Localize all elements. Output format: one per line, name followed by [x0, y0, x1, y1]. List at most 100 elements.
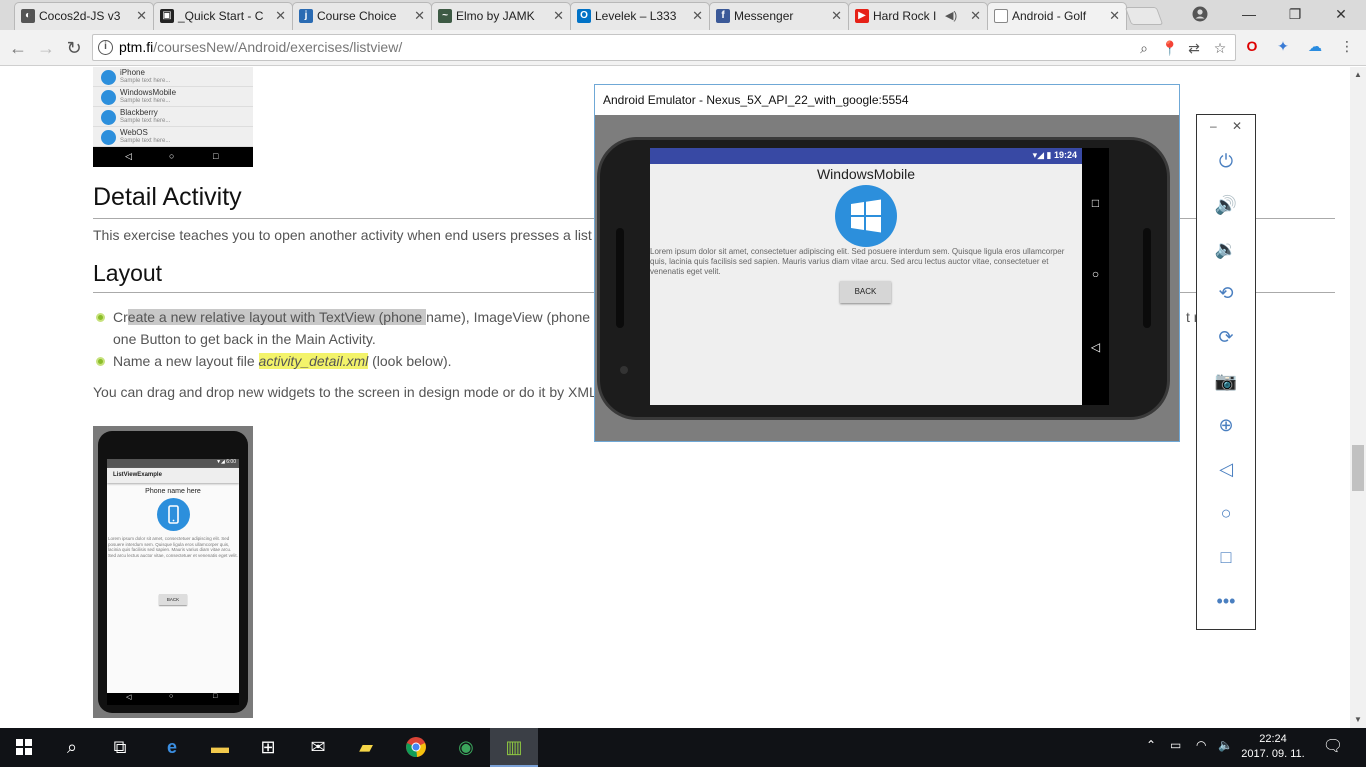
outlook-icon: O	[577, 9, 591, 23]
close-icon[interactable]: ✕	[1232, 119, 1242, 133]
speaker-icon[interactable]: ◀)	[945, 3, 957, 29]
scroll-down-icon[interactable]: ▼	[1354, 715, 1362, 724]
notification-icon[interactable]: 🗨	[1322, 736, 1344, 758]
windows-start-icon[interactable]	[0, 728, 48, 767]
minimize-button[interactable]: —	[1226, 0, 1272, 30]
browser-toolbar: ← → ↻ i ptm.fi/coursesNew/Android/exerci…	[0, 30, 1366, 66]
close-icon[interactable]: ✕	[136, 3, 147, 29]
bookmark-star-icon[interactable]: ☆	[1211, 39, 1229, 57]
zoom-icon[interactable]: ⊕	[1197, 411, 1255, 439]
edge-icon[interactable]: e	[148, 728, 196, 767]
elmo-icon: ~	[438, 9, 452, 23]
status-bar: ▼◢ 6:00	[107, 459, 239, 468]
listview-screenshot: iPhone Sample text here... WindowsMobile…	[93, 67, 253, 167]
tab-quick-start[interactable]: ▣ _Quick Start - C ✕	[153, 2, 293, 30]
rotate-left-icon[interactable]: ⟲	[1197, 279, 1255, 307]
list-item-name: Blackberry	[120, 108, 158, 117]
close-icon[interactable]: ✕	[553, 3, 564, 29]
back-icon[interactable]: ←	[6, 36, 30, 60]
store-icon[interactable]: ⊞	[244, 728, 292, 767]
overview-icon[interactable]: □	[1197, 543, 1255, 571]
volume-up-icon[interactable]: 🔊	[1197, 191, 1255, 219]
opera-icon[interactable]: O	[1243, 37, 1261, 55]
info-icon[interactable]: i	[98, 40, 113, 55]
bullet-item-1-line2: one Button to get back in the Main Activ…	[113, 331, 376, 347]
scroll-up-icon[interactable]: ▲	[1354, 70, 1362, 79]
overview-icon[interactable]: □	[1082, 196, 1109, 210]
close-icon[interactable]: ✕	[831, 3, 842, 29]
tab-label: Android - Golf	[1012, 9, 1087, 23]
power-icon[interactable]: ⏻	[1197, 147, 1255, 175]
device-screen[interactable]: ▾◢ ▮ 19:24 WindowsMobile Lorem ipsum dol…	[650, 148, 1082, 405]
close-icon[interactable]: ✕	[1109, 3, 1120, 29]
home-icon[interactable]: ○	[1197, 499, 1255, 527]
file-explorer-icon[interactable]: ▬	[196, 728, 244, 767]
j-icon: j	[299, 9, 313, 23]
device-phone-name: WindowsMobile	[816, 166, 916, 182]
chevron-up-icon[interactable]: ⌃	[1146, 738, 1156, 752]
scroll-thumb[interactable]	[1352, 445, 1364, 491]
volume-down-icon[interactable]: 🔉	[1197, 235, 1255, 263]
address-bar[interactable]: i ptm.fi/coursesNew/Android/exercises/li…	[92, 34, 1236, 61]
more-icon[interactable]: •••	[1197, 587, 1255, 615]
camera-icon[interactable]: 📷	[1197, 367, 1255, 395]
translate-icon[interactable]: ⇄	[1185, 39, 1203, 57]
close-icon[interactable]: ✕	[692, 3, 703, 29]
tab-elmo[interactable]: ~ Elmo by JAMK ✕	[431, 2, 571, 30]
tab-cocos[interactable]: ◐ Cocos2d-JS v3 ✕	[14, 2, 154, 30]
emulator-taskbar-icon[interactable]: ▥	[490, 728, 538, 767]
home-icon[interactable]: ○	[1082, 267, 1109, 281]
profile-icon[interactable]	[1192, 6, 1208, 22]
maximize-button[interactable]: ❐	[1272, 0, 1318, 30]
cocos-icon: ◐	[21, 9, 35, 23]
mail-icon[interactable]: ✉	[294, 728, 342, 767]
tab-messenger[interactable]: f Messenger ✕	[709, 2, 849, 30]
tab-label: Course Choice	[317, 9, 397, 23]
close-window-button[interactable]: ✕	[1318, 0, 1364, 30]
tab-course-choice[interactable]: j Course Choice ✕	[292, 2, 432, 30]
close-icon[interactable]: ✕	[275, 3, 286, 29]
network-icon[interactable]: ▭	[1170, 738, 1181, 752]
tab-android[interactable]: Android - Golf ✕	[987, 2, 1127, 30]
text: (look below).	[368, 353, 452, 369]
tab-label: Elmo by JAMK	[456, 9, 535, 23]
close-icon[interactable]: ✕	[414, 3, 425, 29]
chrome-icon[interactable]	[392, 728, 440, 767]
search-icon[interactable]: ⌕	[48, 728, 96, 767]
menu-icon[interactable]: ⋮	[1338, 37, 1356, 55]
pin-icon[interactable]: 📍	[1161, 39, 1179, 57]
minimize-icon[interactable]: –	[1210, 119, 1217, 133]
back-icon[interactable]: ◁	[1082, 340, 1109, 354]
bullet-item-2: Name a new layout file activity_detail.x…	[113, 353, 452, 369]
volume-icon[interactable]: 🔈	[1218, 738, 1233, 752]
emulator-window[interactable]: Android Emulator - Nexus_5X_API_22_with_…	[594, 84, 1180, 442]
apple-icon	[101, 70, 116, 85]
cloud-icon[interactable]: ☁	[1306, 37, 1324, 55]
extension-icon[interactable]: ✦	[1274, 37, 1292, 55]
url-text[interactable]: ptm.fi/coursesNew/Android/exercises/list…	[119, 39, 402, 55]
back-icon[interactable]: ◁	[1197, 455, 1255, 483]
emulator-title[interactable]: Android Emulator - Nexus_5X_API_22_with_…	[595, 85, 1179, 115]
tab-hard-rock[interactable]: ▶ Hard Rock I ◀) ✕	[848, 2, 988, 30]
text: Name a new layout file	[113, 353, 259, 369]
tab-label: Cocos2d-JS v3	[39, 9, 121, 23]
system-clock[interactable]: 22:24 2017. 09. 11.	[1238, 732, 1308, 762]
tab-levelek[interactable]: O Levelek – L333 ✕	[570, 2, 710, 30]
task-view-icon[interactable]: ⧉	[96, 728, 144, 767]
status-time: 19:24	[1053, 150, 1077, 160]
list-item-sub: Sample text here...	[120, 138, 171, 144]
new-tab-button[interactable]	[1124, 7, 1164, 25]
android-studio-icon[interactable]: ◉	[442, 728, 490, 767]
wifi-icon[interactable]: ◠	[1196, 738, 1206, 752]
zoom-icon[interactable]: ⌕	[1135, 39, 1153, 57]
forward-icon[interactable]: →	[34, 36, 58, 60]
page-scrollbar[interactable]: ▲ ▼	[1350, 67, 1366, 728]
android-nav-bar: ◁ ○ □	[93, 147, 253, 167]
rotate-right-icon[interactable]: ⟳	[1197, 323, 1255, 351]
bullet-item-1: Create a new relative layout with TextVi…	[113, 309, 609, 325]
close-icon[interactable]: ✕	[970, 3, 981, 29]
document-icon: ▣	[160, 9, 174, 23]
sticky-notes-icon[interactable]: ▰	[342, 728, 390, 767]
reload-icon[interactable]: ↻	[62, 36, 86, 60]
device-back-button[interactable]: BACK	[840, 281, 891, 303]
